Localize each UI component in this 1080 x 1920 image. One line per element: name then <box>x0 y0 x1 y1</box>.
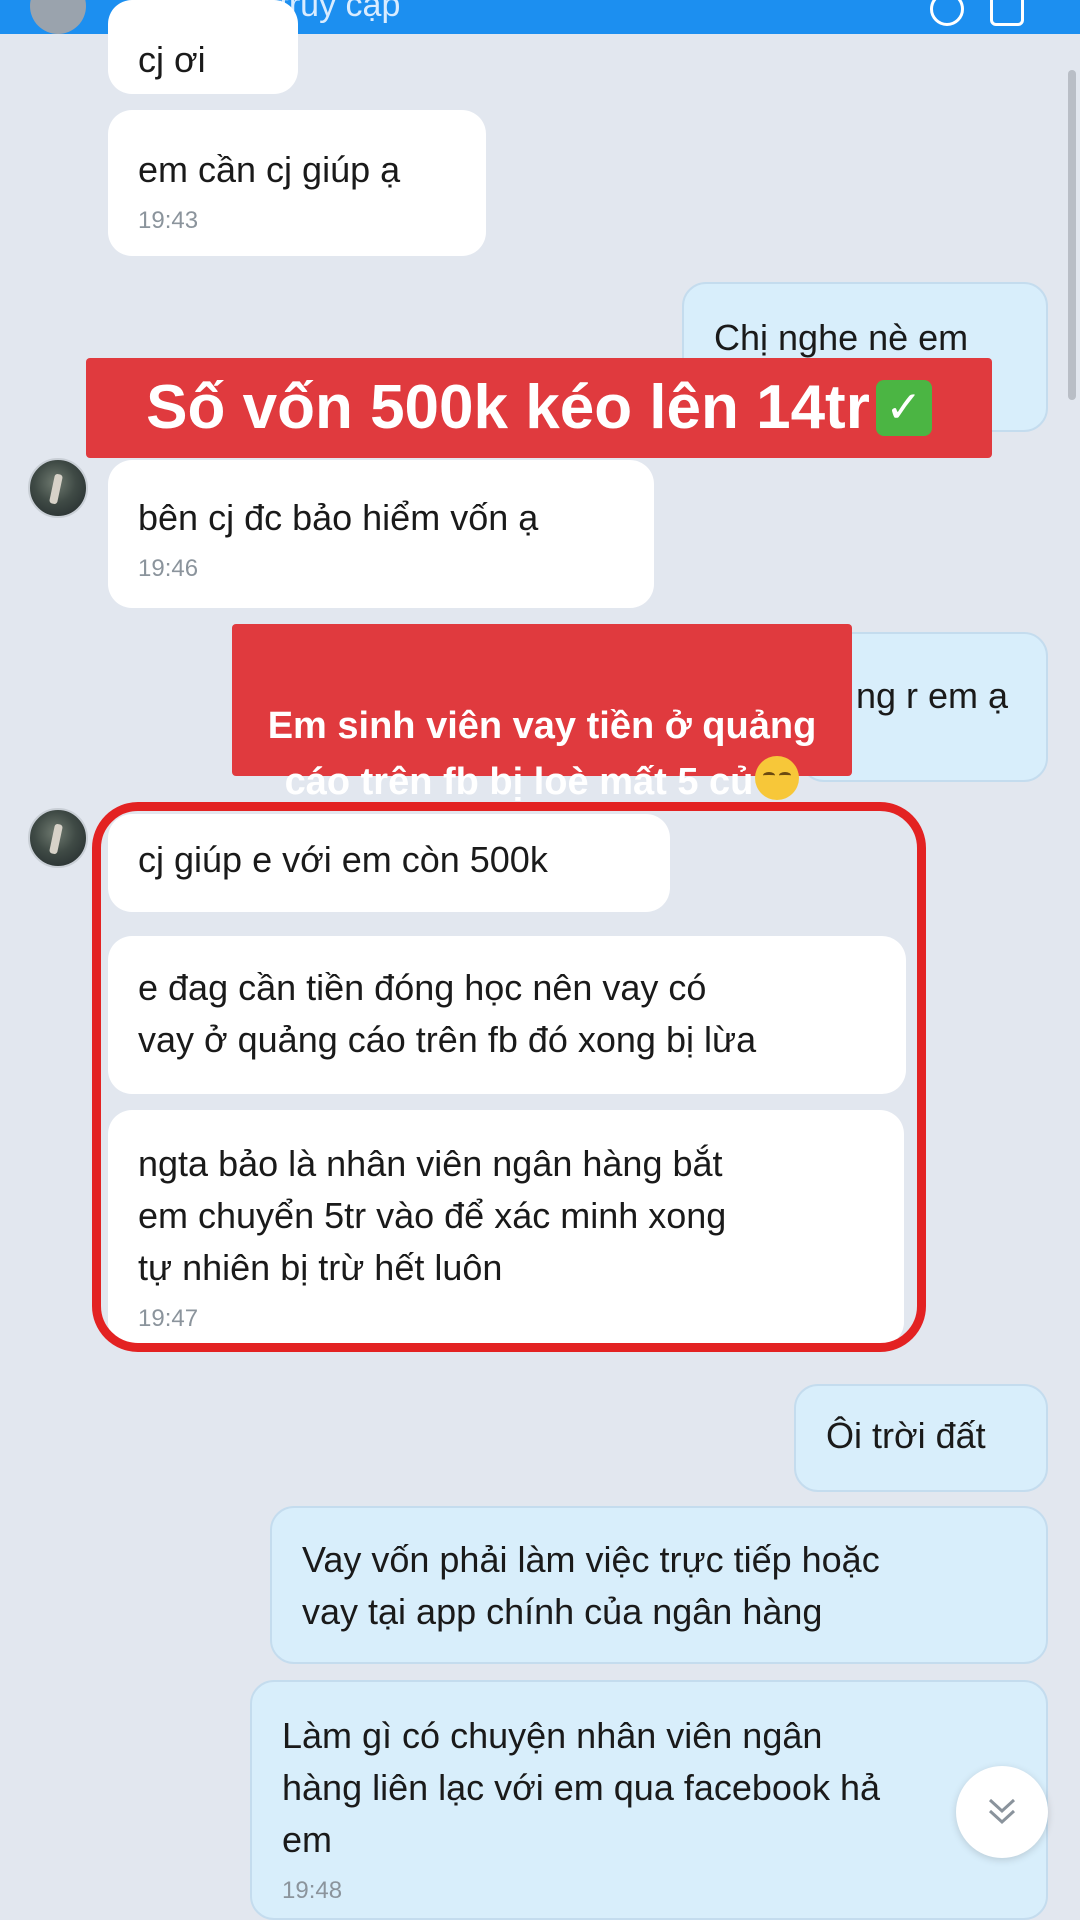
message-bubble-incoming[interactable]: cj ơi <box>108 0 298 94</box>
call-icon[interactable] <box>930 0 964 26</box>
message-text: em cần cj giúp ạ <box>138 149 401 190</box>
scroll-to-bottom-button[interactable] <box>956 1766 1048 1858</box>
sender-avatar[interactable] <box>28 808 88 868</box>
contact-avatar[interactable] <box>30 0 86 34</box>
message-text: Vay vốn phải làm việc trực tiếp hoặc vay… <box>302 1539 880 1632</box>
message-bubble-incoming[interactable]: bên cj đc bảo hiểm vốn ạ 19:46 <box>108 460 654 608</box>
banner-text: Số vốn 500k kéo lên 14tr <box>146 373 870 442</box>
title-banner: Số vốn 500k kéo lên 14tr ✓ <box>86 358 992 458</box>
message-bubble-outgoing[interactable]: Ôi trời đất <box>794 1384 1048 1492</box>
message-text: bên cj đc bảo hiểm vốn ạ <box>138 497 539 538</box>
check-mark-icon: ✓ <box>875 380 932 436</box>
chat-screen: Vừa mới truy cập cj ơi em cần cj giúp ạ … <box>0 0 1080 1920</box>
message-bubble-incoming[interactable]: em cần cj giúp ạ 19:43 <box>108 110 486 256</box>
message-time: 19:43 <box>138 207 199 234</box>
scrollbar[interactable] <box>1068 70 1076 400</box>
message-bubble-outgoing[interactable]: Vay vốn phải làm việc trực tiếp hoặc vay… <box>270 1506 1048 1664</box>
message-text: ng r em ạ <box>856 675 1009 716</box>
highlight-frame <box>92 802 926 1352</box>
message-text: cj ơi <box>138 39 206 80</box>
relieved-face-icon <box>755 756 800 800</box>
message-time: 19:46 <box>138 555 199 582</box>
video-call-icon[interactable] <box>990 0 1024 26</box>
double-chevron-down-icon <box>988 1798 1016 1825</box>
caption-text: Em sinh viên vay tiền ở quảng cáo trên f… <box>267 705 817 803</box>
sender-avatar[interactable] <box>28 458 88 518</box>
message-text: Làm gì có chuyện nhân viên ngân hàng liê… <box>282 1715 880 1860</box>
caption-box: Em sinh viên vay tiền ở quảng cáo trên f… <box>232 624 852 803</box>
message-time: 19:48 <box>282 1877 343 1904</box>
message-text: Ôi trời đất <box>826 1415 986 1456</box>
message-bubble-outgoing[interactable]: Làm gì có chuyện nhân viên ngân hàng liê… <box>250 1680 1048 1920</box>
message-text: Chị nghe nè em <box>714 317 969 358</box>
